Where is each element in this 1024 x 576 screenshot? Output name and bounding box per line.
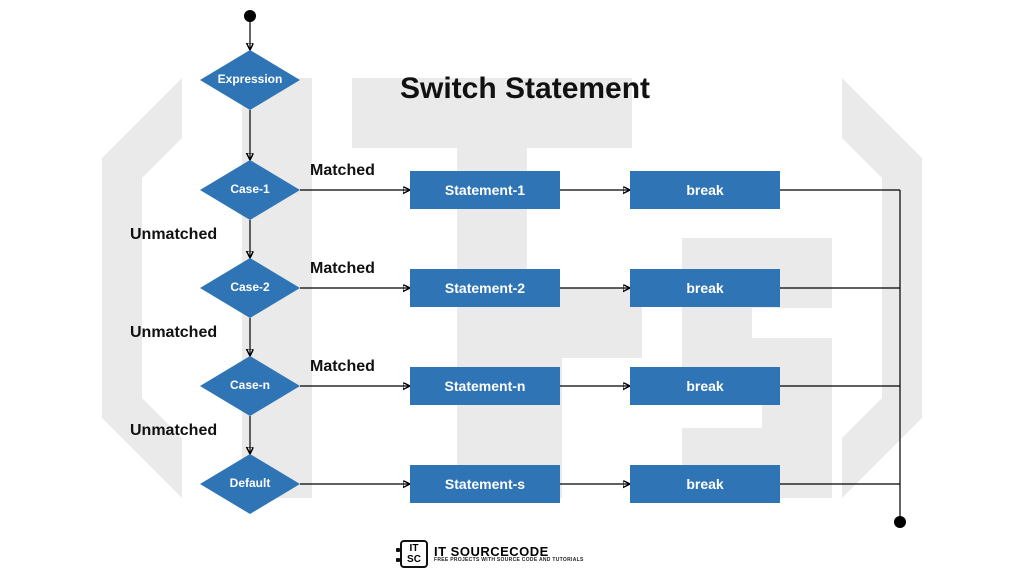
matched-label-1: Matched [310, 162, 375, 180]
break-n-label: break [686, 378, 723, 394]
statement-n-label: Statement-n [445, 378, 526, 394]
start-node [244, 10, 256, 22]
statement-1-label: Statement-1 [445, 182, 525, 198]
break-2-box: break [630, 269, 780, 307]
case-n-label: Case-n [230, 379, 270, 392]
expression-diamond: Expression [200, 50, 300, 110]
statement-s-box: Statement-s [410, 465, 560, 503]
attribution-logo-text: IT SC [407, 543, 421, 565]
break-s-label: break [686, 476, 723, 492]
statement-1-box: Statement-1 [410, 171, 560, 209]
matched-label-2: Matched [310, 260, 375, 278]
unmatched-label-1: Unmatched [130, 226, 217, 244]
flowchart-canvas: Expression Switch Statement Case-1 Match… [0, 0, 1024, 576]
attribution: IT SC IT SOURCECODE FREE PROJECTS WITH S… [400, 540, 584, 568]
attribution-sub: FREE PROJECTS WITH SOURCE CODE AND TUTOR… [434, 558, 584, 563]
statement-s-label: Statement-s [445, 476, 525, 492]
end-node [894, 516, 906, 528]
matched-label-n: Matched [310, 358, 375, 376]
statement-n-box: Statement-n [410, 367, 560, 405]
unmatched-label-2: Unmatched [130, 324, 217, 342]
break-n-box: break [630, 367, 780, 405]
diagram-title: Switch Statement [400, 72, 650, 106]
expression-label: Expression [218, 73, 283, 86]
case-1-diamond: Case-1 [200, 160, 300, 220]
unmatched-label-n: Unmatched [130, 422, 217, 440]
default-label: Default [230, 477, 271, 490]
case-1-label: Case-1 [230, 183, 269, 196]
case-2-label: Case-2 [230, 281, 269, 294]
break-1-label: break [686, 182, 723, 198]
default-diamond: Default [200, 454, 300, 514]
break-s-box: break [630, 465, 780, 503]
case-n-diamond: Case-n [200, 356, 300, 416]
break-2-label: break [686, 280, 723, 296]
break-1-box: break [630, 171, 780, 209]
case-2-diamond: Case-2 [200, 258, 300, 318]
statement-2-label: Statement-2 [445, 280, 525, 296]
attribution-logo-icon: IT SC [400, 540, 428, 568]
statement-2-box: Statement-2 [410, 269, 560, 307]
